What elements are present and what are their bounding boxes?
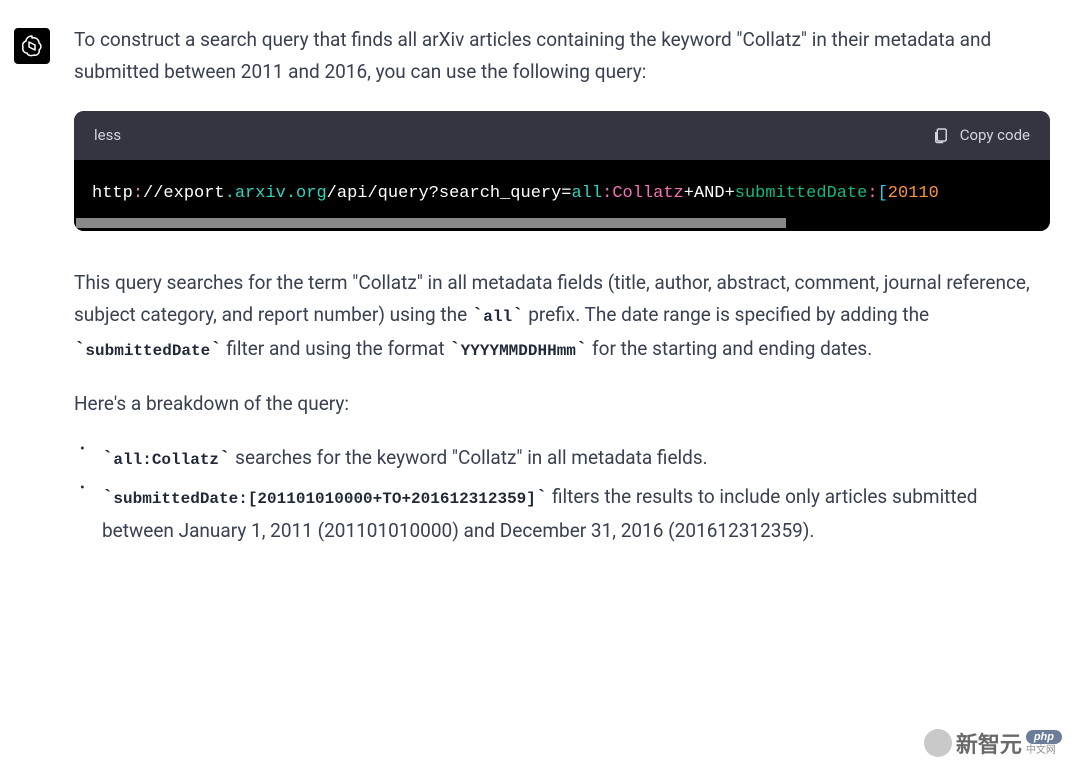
code-token: :Collatz	[602, 184, 684, 203]
code-token: http	[92, 184, 133, 203]
code-content[interactable]: http://export.arxiv.org/api/query?search…	[74, 160, 1050, 217]
code-token: :	[867, 184, 877, 203]
inline-code: submittedDate:[201101010000+TO+201612312…	[113, 490, 535, 508]
scrollbar-thumb[interactable]	[76, 218, 786, 228]
clipboard-icon	[932, 126, 950, 144]
code-token: +	[684, 184, 694, 203]
code-token: .arxiv	[225, 184, 286, 203]
text-span: prefix. The date range is specified by a…	[524, 303, 930, 326]
explanation-paragraph: This query searches for the term "Collat…	[74, 267, 1050, 366]
code-token: [	[878, 184, 888, 203]
inline-code: submittedDate	[85, 342, 210, 360]
breakdown-list: `all:Collatz` searches for the keyword "…	[74, 442, 1050, 547]
code-header: less Copy code	[74, 111, 1050, 161]
intro-paragraph: To construct a search query that finds a…	[74, 24, 1050, 89]
code-token: :	[133, 184, 143, 203]
php-badge: php	[1026, 730, 1062, 744]
inline-code: all	[483, 308, 512, 326]
horizontal-scrollbar[interactable]	[74, 217, 1050, 231]
inline-code: YYYYMMDDHHmm	[461, 342, 576, 360]
assistant-message: To construct a search query that finds a…	[0, 0, 1080, 553]
list-item: `submittedDate:[201101010000+TO+20161231…	[102, 481, 1050, 547]
code-token: 20110	[888, 184, 939, 203]
code-token: AND	[694, 184, 725, 203]
text-span: filter and using the format	[222, 337, 450, 360]
code-token: //export	[143, 184, 225, 203]
copy-code-button[interactable]: Copy code	[932, 126, 1030, 144]
inline-code: all:Collatz	[113, 451, 219, 469]
assistant-avatar	[14, 28, 50, 64]
list-item: `all:Collatz` searches for the keyword "…	[102, 442, 1050, 475]
code-token: submittedDate	[735, 184, 868, 203]
watermark-subtext: 中文网	[1026, 746, 1056, 756]
watermark-logo-icon	[924, 729, 952, 757]
code-block: less Copy code http://export.arxiv.org/a…	[74, 111, 1050, 231]
watermark-text: 新智元	[956, 727, 1022, 759]
code-language-label: less	[94, 123, 121, 149]
text-span: searches for the keyword "Collatz" in al…	[230, 446, 707, 469]
breakdown-intro: Here's a breakdown of the query:	[74, 388, 1050, 420]
openai-logo-icon	[20, 34, 44, 58]
watermark-right: 新智元 php 中文网	[924, 727, 1062, 759]
message-body: To construct a search query that finds a…	[74, 24, 1060, 553]
code-token: all	[572, 184, 603, 203]
text-span: for the starting and ending dates.	[587, 337, 872, 360]
code-token: .org	[286, 184, 327, 203]
code-token: +	[725, 184, 735, 203]
code-token: /api/query?search_query=	[327, 184, 572, 203]
copy-code-label: Copy code	[960, 126, 1030, 144]
